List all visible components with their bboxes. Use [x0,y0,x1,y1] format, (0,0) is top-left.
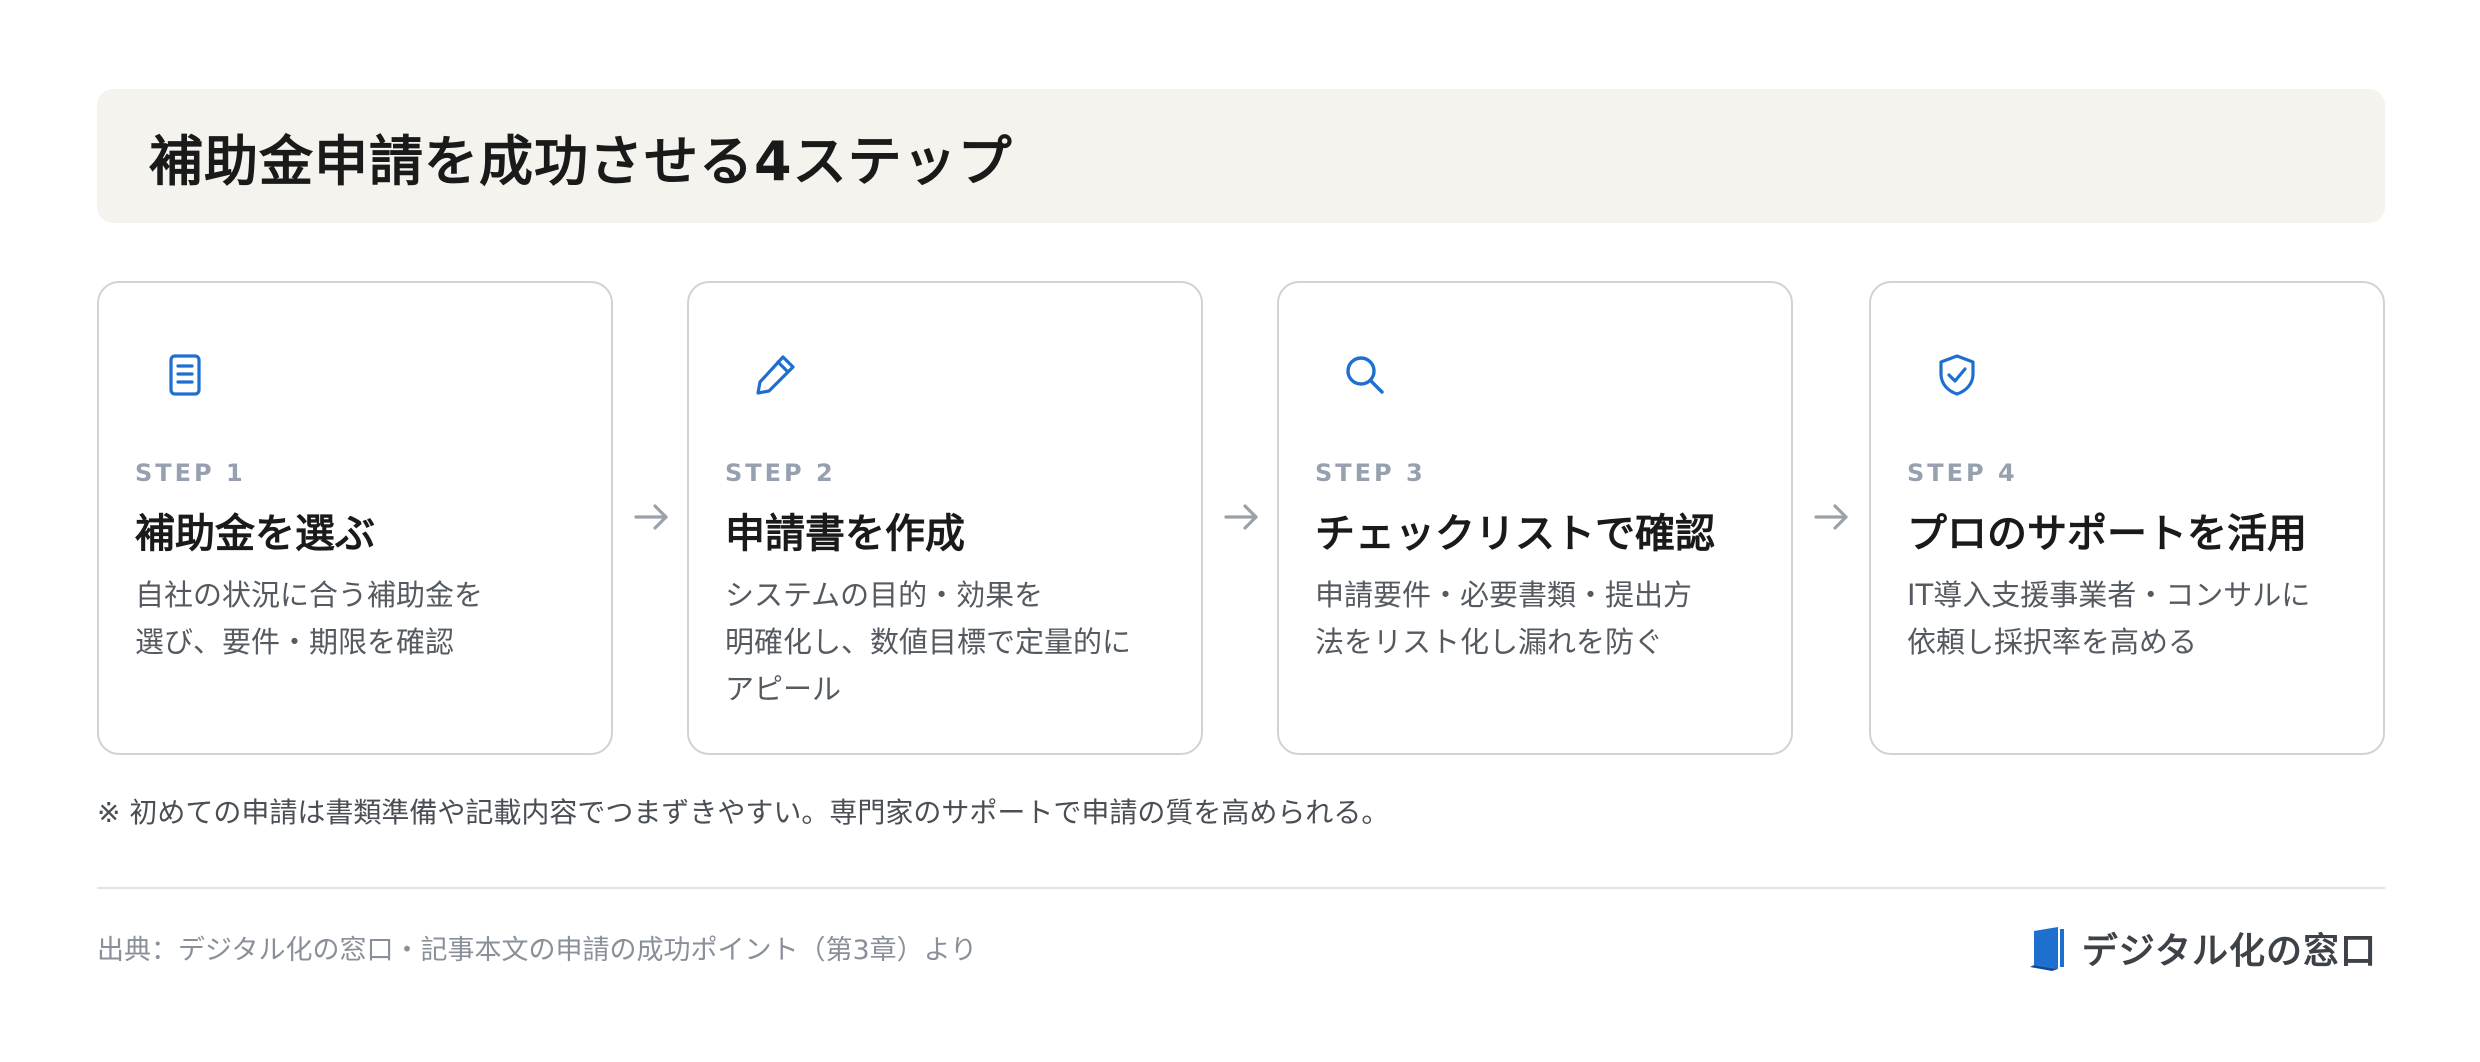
window-logo-icon [2029,925,2068,971]
step-card-1: STEP 1 補助金を選ぶ 自社の状況に合う補助金を 選び、要件・期限を確認 [97,281,613,755]
step-description-line: 自社の状況に合う補助金を [135,578,484,612]
step-description-line: IT導入支援事業者・コンサルに [1907,578,2311,612]
brand: デジタル化の窓口 [2029,922,2377,974]
step-description-line: 申請要件・必要書類・提出方 [1315,578,1693,612]
shield-check-icon [1931,349,1983,401]
step-label: STEP 4 [1907,459,2018,487]
step-title: チェックリストで確認 [1315,511,1715,557]
step-label: STEP 1 [135,459,246,487]
step-description-line: 選び、要件・期限を確認 [135,625,455,659]
source-credit: 出典：デジタル化の窓口・記事本文の申請の成功ポイント（第3章）より [97,935,978,966]
step-description-line: アピール [725,672,842,706]
pencil-icon [749,349,801,401]
arrow-right-icon [628,493,676,541]
document-icon [159,349,211,401]
page-title: 補助金申請を成功させる4ステップ [149,129,1013,193]
step-card-4: STEP 4 プロのサポートを活用 IT導入支援事業者・コンサルに 依頼し採択率… [1869,281,2385,755]
step-card-2: STEP 2 申請書を作成 システムの目的・効果を 明確化し、数値目標で定量的に… [687,281,1203,755]
step-description: システムの目的・効果を 明確化し、数値目標で定量的に アピール [725,572,1175,713]
step-card-3: STEP 3 チェックリストで確認 申請要件・必要書類・提出方 法をリスト化し漏… [1277,281,1793,755]
step-description-line: 明確化し、数値目標で定量的に [725,625,1132,659]
step-title: プロのサポートを活用 [1907,511,2307,557]
step-description-line: システムの目的・効果を [725,578,1044,612]
footer-divider [97,887,2385,889]
step-label: STEP 2 [725,459,836,487]
arrow-right-icon [1808,493,1856,541]
step-description: IT導入支援事業者・コンサルに 依頼し採択率を高める [1907,572,2357,666]
steps-row: STEP 1 補助金を選ぶ 自社の状況に合う補助金を 選び、要件・期限を確認 S… [97,281,2385,755]
brand-name: デジタル化の窓口 [2081,931,2377,972]
title-banner: 補助金申請を成功させる4ステップ [97,89,2385,223]
step-description: 申請要件・必要書類・提出方 法をリスト化し漏れを防ぐ [1315,572,1765,666]
arrow-right-icon [1218,493,1266,541]
step-title: 補助金を選ぶ [135,511,375,557]
search-icon [1339,349,1391,401]
step-description-line: 法をリスト化し漏れを防ぐ [1315,625,1664,659]
step-label: STEP 3 [1315,459,1426,487]
footnote: ※ 初めての申請は書類準備や記載内容でつまずきやすい。専門家のサポートで申請の質… [97,796,1390,829]
step-title: 申請書を作成 [725,511,965,557]
step-description: 自社の状況に合う補助金を 選び、要件・期限を確認 [135,572,585,666]
step-description-line: 依頼し採択率を高める [1907,625,2198,659]
